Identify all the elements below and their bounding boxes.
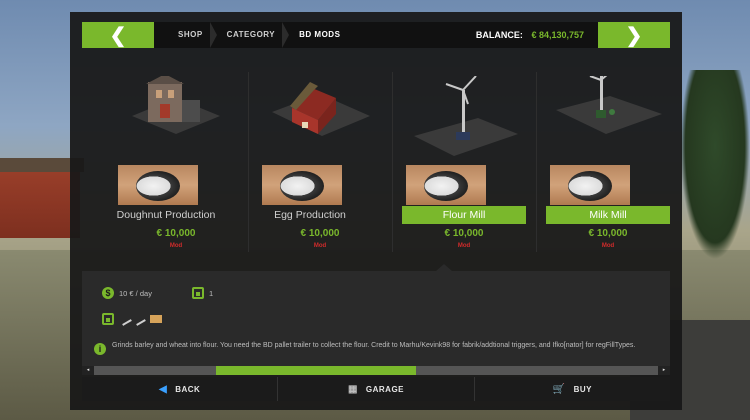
store-item-flour-mill[interactable]: Flour Mill € 10,000 Mod xyxy=(392,62,536,270)
upkeep-row: $ 10 € / day xyxy=(102,287,152,299)
back-arrow-icon: ◀ xyxy=(159,383,168,395)
item-name: Milk Mill xyxy=(546,206,670,224)
item-mod-tag: Mod xyxy=(313,243,327,249)
item-name: Flour Mill xyxy=(402,206,526,224)
upkeep-value: 10 € / day xyxy=(119,288,152,298)
count-value: 1 xyxy=(209,288,214,298)
item-scrollbar[interactable]: ◂ ▸ xyxy=(82,366,670,375)
storage-box-icon xyxy=(192,287,204,299)
windmill-model xyxy=(556,76,662,134)
store-item-list: Doughnut Production € 10,000 Mod Egg Pro… xyxy=(104,62,680,270)
chevron-right-icon: ❯ xyxy=(625,24,643,47)
item-price: € 10,000 xyxy=(444,228,484,239)
item-mod-tag: Mod xyxy=(601,243,615,249)
item-thumbnail-image xyxy=(550,165,630,205)
selection-caret xyxy=(436,264,452,271)
item-thumbnail-image xyxy=(118,165,198,205)
store-item-doughnut-production[interactable]: Doughnut Production € 10,000 Mod xyxy=(104,62,248,270)
dollar-coin-icon: $ xyxy=(102,287,114,299)
buy-label: BUY xyxy=(573,384,592,394)
barley-icon xyxy=(132,312,146,326)
garage-icon: ▦ xyxy=(347,383,358,395)
balance-label: BALANCE: xyxy=(475,30,523,40)
back-button[interactable]: ◀ BACK xyxy=(82,377,277,401)
item-thumbnail-image xyxy=(262,165,342,205)
breadcrumb-shop[interactable]: SHOP xyxy=(168,22,217,48)
fill-types-row xyxy=(102,312,162,326)
item-mod-tag: Mod xyxy=(169,243,183,249)
back-label: BACK xyxy=(175,384,201,394)
background-shed xyxy=(0,158,84,238)
scrollbar-thumb[interactable] xyxy=(216,366,416,375)
breadcrumb-bd-mods: BD MODS xyxy=(299,30,341,39)
store-item-egg-production[interactable]: Egg Production € 10,000 Mod xyxy=(248,62,392,270)
chevron-left-icon: ❮ xyxy=(109,24,127,47)
scroll-right-arrow-icon[interactable]: ▸ xyxy=(658,366,670,375)
shop-topbar: ❮ SHOP CATEGORY BD MODS BALANCE: € 84,13… xyxy=(82,22,670,48)
item-details-panel: $ 10 € / day 1 i Grinds barley and wheat… xyxy=(82,271,670,367)
garage-label: GARAGE xyxy=(365,384,405,394)
item-thumbnail-image xyxy=(406,165,486,205)
info-icon: i xyxy=(94,343,106,355)
item-price: € 10,000 xyxy=(156,228,196,239)
item-price: € 10,000 xyxy=(588,228,628,239)
action-bar: ◀ BACK ▦ GARAGE 🛒 BUY xyxy=(82,377,670,401)
item-name: Egg Production xyxy=(274,209,346,221)
windmill-model xyxy=(414,76,518,156)
barn-model xyxy=(272,82,370,136)
scroll-left-arrow-icon[interactable]: ◂ xyxy=(82,366,94,375)
next-page-button[interactable]: ❯ xyxy=(598,22,670,48)
wheat-icon xyxy=(118,312,132,326)
shop-panel: ❮ SHOP CATEGORY BD MODS BALANCE: € 84,13… xyxy=(70,12,682,410)
buy-button[interactable]: 🛒 BUY xyxy=(473,377,670,401)
breadcrumb: SHOP CATEGORY BD MODS xyxy=(168,22,354,48)
item-description: Grinds barley and wheat into flour. You … xyxy=(112,342,636,349)
item-price: € 10,000 xyxy=(300,228,340,239)
garage-button[interactable]: ▦ GARAGE xyxy=(277,377,473,401)
item-name: Doughnut Production xyxy=(116,209,216,221)
shopping-cart-icon: 🛒 xyxy=(552,383,566,395)
balance-value: € 84,130,757 xyxy=(531,30,584,40)
store-item-milk-mill[interactable]: Milk Mill € 10,000 Mod xyxy=(536,62,680,270)
background-tree xyxy=(680,70,750,260)
item-mod-tag: Mod xyxy=(457,243,471,249)
doughnut-factory-model xyxy=(132,76,220,134)
balance-display: BALANCE: € 84,130,757 xyxy=(476,22,584,48)
input-box-icon xyxy=(102,313,114,325)
breadcrumb-category[interactable]: CATEGORY xyxy=(217,22,290,48)
pallet-icon xyxy=(150,315,162,323)
previous-page-button[interactable]: ❮ xyxy=(82,22,154,48)
count-row: 1 xyxy=(192,287,213,299)
